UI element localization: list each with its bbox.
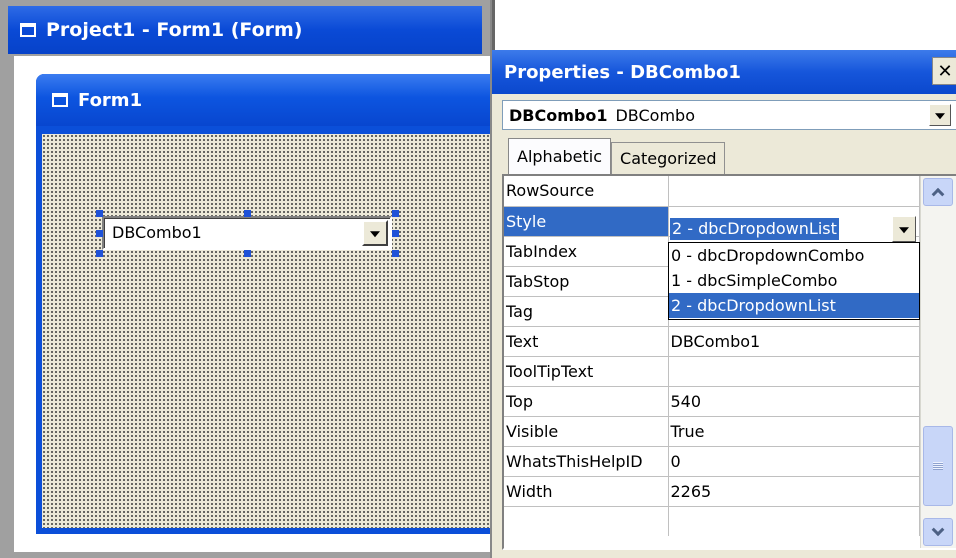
form1-window[interactable]: Form1 DBCombo1 (36, 74, 490, 534)
chevron-down-icon (899, 227, 909, 234)
style-option-selected[interactable]: 2 - dbcDropdownList (669, 293, 919, 318)
form-icon (52, 93, 68, 107)
property-name: Style (504, 206, 669, 237)
designer-title: Project1 - Form1 (Form) (46, 19, 303, 41)
property-row[interactable]: WhatsThisHelpID 0 (504, 446, 920, 477)
property-name: Width (504, 476, 669, 507)
property-row[interactable]: Visible True (504, 416, 920, 447)
form1-title-bar[interactable]: Form1 (36, 74, 490, 126)
properties-tabs: Alphabetic Categorized (508, 138, 726, 174)
property-value[interactable]: DBCombo1 (668, 326, 920, 357)
property-name: TabIndex (504, 236, 669, 267)
resize-handle-se[interactable] (392, 250, 399, 257)
property-value[interactable]: 2265 (668, 476, 920, 507)
form-designer-window: Project1 - Form1 (Form) Form1 DBCombo1 (0, 0, 490, 558)
property-value[interactable]: True (668, 416, 920, 447)
style-dropdown-button[interactable] (892, 216, 916, 242)
close-icon: ✕ (937, 60, 953, 82)
property-name: ToolTipText (504, 356, 669, 387)
resize-handle-e[interactable] (392, 230, 399, 237)
background-strip (492, 0, 956, 50)
designer-client-area: Form1 DBCombo1 (14, 56, 490, 552)
property-value[interactable]: 540 (668, 386, 920, 417)
grip-icon (933, 462, 943, 470)
form-window-icon (20, 23, 36, 37)
scroll-up-button[interactable] (923, 178, 953, 206)
designer-title-bar[interactable]: Project1 - Form1 (Form) (8, 6, 482, 54)
empty-row (504, 506, 920, 536)
style-option[interactable]: 1 - dbcSimpleCombo (669, 268, 919, 293)
tab-categorized[interactable]: Categorized (611, 142, 726, 174)
chevron-down-icon (931, 523, 945, 537)
resize-handle-nw[interactable] (96, 210, 103, 217)
property-value[interactable] (668, 356, 920, 387)
property-row[interactable]: RowSource (504, 176, 920, 207)
resize-handle-s[interactable] (244, 250, 251, 257)
scroll-down-button[interactable] (923, 518, 953, 546)
object-selector[interactable]: DBCombo1 DBCombo (502, 100, 956, 130)
chevron-down-icon (370, 231, 380, 238)
property-grid: RowSource Style TabIndex TabStop Tag Tex… (502, 174, 956, 550)
property-name: TabStop (504, 266, 669, 297)
property-row[interactable]: Width 2265 (504, 476, 920, 507)
property-name: Visible (504, 416, 669, 447)
tab-label: Alphabetic (517, 147, 603, 166)
object-name: DBCombo1 (509, 105, 608, 125)
property-name: Text (504, 326, 669, 357)
close-button[interactable]: ✕ (932, 57, 956, 85)
resize-handle-n[interactable] (244, 210, 251, 217)
form1-title: Form1 (78, 89, 143, 111)
vertical-scrollbar[interactable] (920, 176, 956, 548)
style-option[interactable]: 0 - dbcDropdownCombo (669, 243, 919, 268)
property-name: Tag (504, 296, 669, 327)
tab-alphabetic[interactable]: Alphabetic (508, 138, 612, 174)
dbcombo1-text: DBCombo1 (112, 223, 202, 242)
property-row[interactable]: Text DBCombo1 (504, 326, 920, 357)
object-selector-dropdown[interactable] (929, 104, 951, 126)
property-row[interactable]: ToolTipText (504, 356, 920, 387)
scrollbar-thumb[interactable] (923, 426, 953, 506)
chevron-down-icon (935, 113, 945, 120)
property-value[interactable] (668, 176, 920, 207)
tab-label: Categorized (620, 149, 717, 168)
property-name: WhatsThisHelpID (504, 446, 669, 477)
resize-handle-sw[interactable] (96, 250, 103, 257)
property-name: RowSource (504, 176, 669, 207)
resize-handle-ne[interactable] (392, 210, 399, 217)
property-name: Top (504, 386, 669, 417)
chevron-up-icon (931, 187, 945, 201)
dbcombo1-dropdown-button[interactable] (362, 220, 388, 246)
property-value[interactable]: 0 (668, 446, 920, 477)
properties-window: Properties - DBCombo1 ✕ DBCombo1 DBCombo… (490, 0, 956, 558)
properties-title-bar[interactable]: Properties - DBCombo1 (492, 50, 956, 94)
object-type: DBCombo (615, 105, 695, 125)
style-dropdown-list: 0 - dbcDropdownCombo 1 - dbcSimpleCombo … (668, 242, 920, 320)
resize-handle-w[interactable] (96, 230, 103, 237)
style-current-value: 2 - dbcDropdownList (670, 218, 839, 240)
style-value-combo[interactable]: 2 - dbcDropdownList (670, 216, 916, 242)
form-design-surface[interactable]: DBCombo1 (42, 134, 490, 528)
property-row[interactable]: Top 540 (504, 386, 920, 417)
dbcombo1-control[interactable]: DBCombo1 (102, 216, 392, 250)
properties-title: Properties - DBCombo1 (504, 61, 741, 83)
